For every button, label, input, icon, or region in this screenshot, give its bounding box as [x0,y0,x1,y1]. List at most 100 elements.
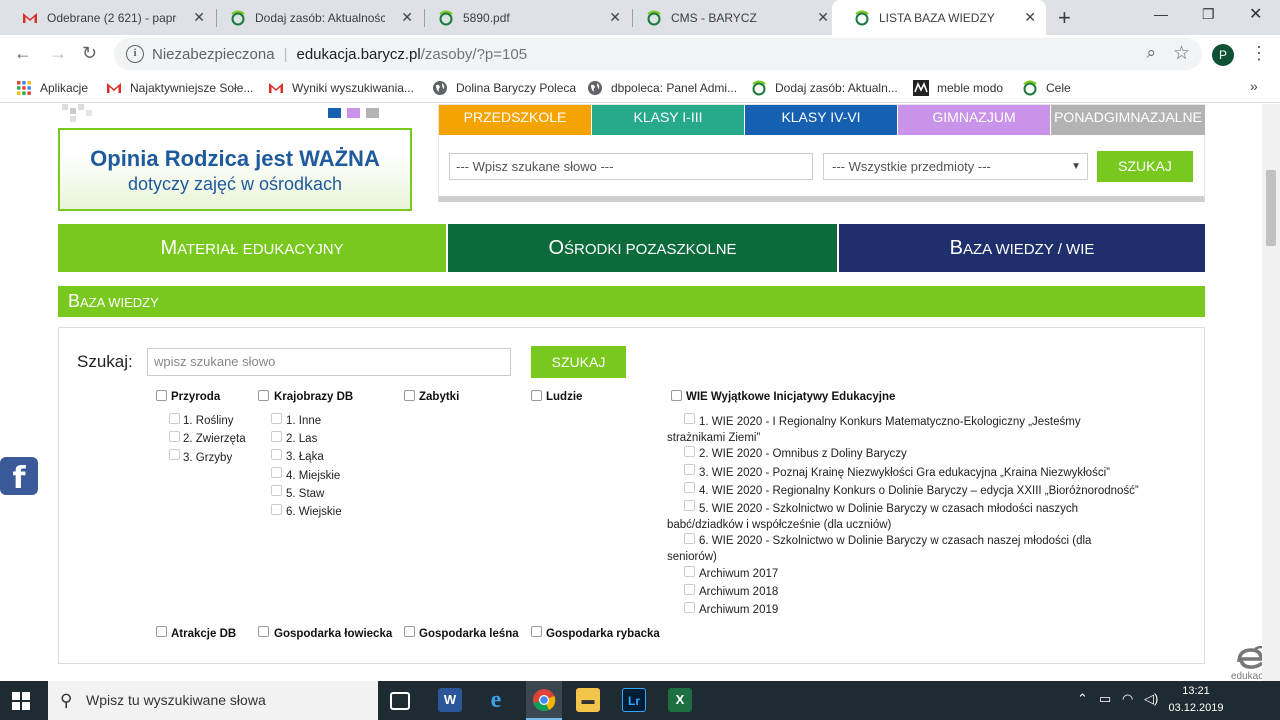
close-tab-icon[interactable]: ✕ [1024,9,1036,26]
close-window-button[interactable]: ✕ [1249,4,1262,24]
scrollbar-thumb[interactable] [1266,170,1276,246]
level-tab-klasy-1-3[interactable]: KLASY I-III [592,105,744,135]
checkbox-ludzie[interactable] [531,390,542,401]
checkbox-subcategory[interactable] [169,413,180,424]
excel-icon[interactable]: X [668,688,692,712]
facebook-icon[interactable]: f [0,457,38,496]
wie-item-label: 3. WIE 2020 - Poznaj Krainę Niezwykłości… [699,467,1110,479]
checkbox-zabytki[interactable] [404,390,415,401]
top-search-input[interactable]: --- Wpisz szukane słowo --- [449,153,813,180]
level-tab-ponadgimnazjalne[interactable]: PONADGIMNAZJALNE [1051,105,1205,135]
minimize-window-button[interactable]: — [1154,6,1168,22]
category-label: Gospodarka leśna [419,628,519,640]
checkbox-subcategory[interactable] [684,482,695,493]
windows-start-icon[interactable] [12,692,30,710]
checkbox-krajobrazy[interactable] [258,390,269,401]
tab-lista-baza-wiedzy[interactable]: LISTA BAZA WIEDZY ✕ [832,0,1046,35]
url-host: edukacja.barycz.pl [296,45,421,63]
checkbox-subcategory[interactable] [271,504,282,515]
checkbox-subcategory[interactable] [271,449,282,460]
level-tab-przedszkole[interactable]: PRZEDSZKOLE [439,105,591,135]
reload-button[interactable]: ↻ [82,43,97,64]
restore-window-button[interactable]: ❐ [1202,6,1215,23]
bookmark-wyniki[interactable]: Wyniki wyszukiwania... [268,80,414,96]
level-tab-klasy-4-6[interactable]: KLASY IV-VI [745,105,897,135]
tray-chevron-icon[interactable]: ⌃ [1077,691,1088,707]
tab-pdf[interactable]: 5890.pdf ✕ [416,0,631,35]
menu-kebab-icon[interactable]: ⋮ [1250,43,1268,64]
bookmarks-overflow-icon[interactable]: » [1250,78,1258,94]
internet-explorer-icon[interactable]: e [484,688,508,712]
checkbox-subcategory[interactable] [684,584,695,595]
chrome-taskbar-button[interactable] [526,681,562,720]
subject-select[interactable]: --- Wszystkie przedmioty --- ▼ [823,153,1088,180]
volume-icon[interactable]: ◁) [1144,691,1158,707]
checkbox-subcategory[interactable] [169,431,180,442]
word-icon[interactable]: W [438,688,462,712]
bookmark-cele[interactable]: Cele [1022,80,1071,96]
checkbox-subcategory[interactable] [271,413,282,424]
page-scrollbar[interactable] [1262,104,1280,681]
taskbar-clock[interactable]: 13:21 03.12.2019 [1166,683,1226,717]
checkbox-subcategory[interactable] [169,449,180,460]
web-page: Opinia Rodzica jest WAŻNA dotyczy zajęć … [0,104,1262,681]
nav-baza-wiedzy[interactable]: Baza wiedzy / WIE [839,224,1205,272]
wie-item-label: 4. WIE 2020 - Regionalny Konkurs o Dolin… [699,485,1139,497]
bookmark-aplikacje[interactable]: Aplikacje [16,80,88,96]
file-explorer-icon[interactable]: ▬ [576,688,600,712]
wifi-icon[interactable]: ◠ [1122,691,1133,707]
lightroom-icon[interactable]: Lr [622,688,646,712]
top-search-button[interactable]: SZUKAJ [1097,151,1193,182]
checkbox-gospodarka-lesna[interactable] [404,626,415,637]
close-tab-icon[interactable]: ✕ [817,9,829,26]
checkbox-subcategory[interactable] [684,602,695,613]
checkbox-atrakcje[interactable] [156,626,167,637]
subcategory-label: 2. Las [286,433,318,445]
tab-dodaj-zasob[interactable]: Dodaj zasób: Aktualności/v ✕ [208,0,423,35]
level-tab-gimnazjum[interactable]: GIMNAZJUM [898,105,1050,135]
bookmark-dodaj-zasob[interactable]: Dodaj zasób: Aktualn... [751,80,898,96]
bookmark-dbpoleca[interactable]: dbpoleca: Panel Admi... [587,80,737,96]
checkbox-subcategory[interactable] [684,446,695,457]
back-button[interactable]: ← [14,43,32,64]
search-button[interactable]: SZUKAJ [531,346,626,378]
bookmark-najaktywniejsze[interactable]: Najaktywniejsze Sołe... [106,80,253,96]
opinia-rodzica-banner[interactable]: Opinia Rodzica jest WAŻNA dotyczy zajęć … [58,128,412,211]
bookmark-star-icon[interactable]: ☆ [1173,42,1190,65]
address-bar[interactable]: i Niezabezpieczona | edukacja.barycz.pl … [114,38,1202,70]
gmail-icon [23,12,37,23]
nav-osrodki-pozaszkolne[interactable]: Ośrodki pozaszkolne [448,224,837,272]
wie-item-label: 6. WIE 2020 - Szkolnictwo w Dolinie Bary… [667,535,1092,563]
close-tab-icon[interactable]: ✕ [193,9,205,26]
taskbar-search-input[interactable]: ⚲ Wpisz tu wyszukiwane słowa [48,681,378,720]
checkbox-gospodarka-rybacka[interactable] [531,626,542,637]
checkbox-subcategory[interactable] [684,464,695,475]
profile-avatar[interactable]: P [1212,44,1234,66]
banner-subtitle: dotyczy zajęć w ośrodkach [127,174,343,194]
checkbox-subcategory[interactable] [684,566,695,577]
checkbox-gospodarka-lowiecka[interactable] [258,626,269,637]
battery-icon[interactable]: ▭ [1099,691,1111,707]
bookmark-dolina-baryczy[interactable]: Dolina Baryczy Poleca [432,80,576,96]
forward-button[interactable]: → [49,43,67,64]
checkbox-wie[interactable] [671,390,682,401]
close-tab-icon[interactable]: ✕ [401,9,413,26]
tab-cms[interactable]: CMS - BARYCZ ✕ [624,0,839,35]
tab-gmail[interactable]: Odebrane (2 621) - paproc ✕ [0,0,215,35]
checkbox-przyroda[interactable] [156,390,167,401]
new-tab-button[interactable]: + [1058,5,1071,31]
info-icon[interactable]: i [126,45,144,63]
zoom-icon[interactable]: ⌕ [1146,43,1156,63]
checkbox-subcategory[interactable] [271,467,282,478]
checkbox-subcategory[interactable] [271,431,282,442]
apps-grid-icon [17,81,31,95]
checkbox-subcategory[interactable] [271,485,282,496]
search-input[interactable]: wpisz szukane słowo [147,348,511,376]
color-square [366,108,379,118]
close-tab-icon[interactable]: ✕ [609,9,621,26]
wie-item-label: 2. WIE 2020 - Omnibus z Doliny Baryczy [699,448,907,460]
dropdown-arrow-icon: ▼ [1071,161,1081,172]
bookmark-meble-modo[interactable]: meble modo [913,80,1003,96]
task-view-icon[interactable] [390,692,410,710]
nav-material-edukacyjny[interactable]: Materiał edukacyjny [58,224,446,272]
